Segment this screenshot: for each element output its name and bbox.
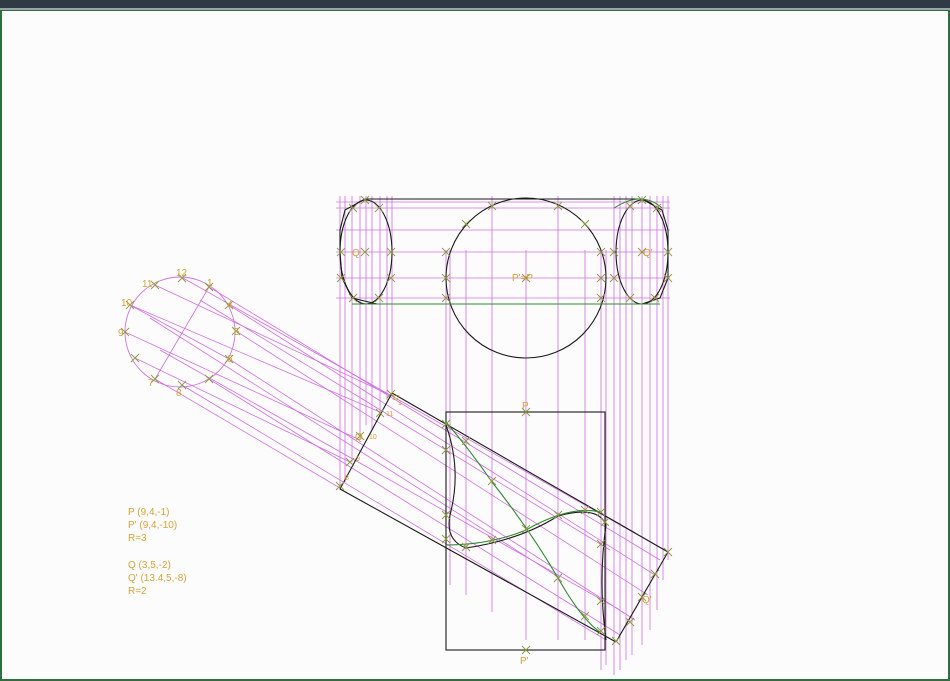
- small-label-8: 8: [345, 475, 349, 482]
- vertical-projector-lines: [339, 196, 669, 675]
- aux-label-9: 9: [118, 328, 124, 339]
- aux-label-8: 8: [176, 388, 182, 399]
- info-block-p: P (9,4,-1) P' (9,4,-10) R=3: [128, 506, 177, 545]
- point-labels: P'=P Q Q' P P' Q Q' 1 4 5 6 7 8 9 10 11 …: [118, 248, 653, 667]
- info-p-prime-coords: P' (9,4,-10): [128, 520, 178, 531]
- inclined-projector-lines: [124, 277, 669, 641]
- small-label-9: 9: [356, 456, 360, 463]
- label-q-front: Q: [355, 432, 363, 443]
- small-label-10: 10: [369, 434, 377, 441]
- info-p-radius: R=3: [128, 533, 147, 544]
- info-block-q: Q (3,5,-2) Q' (13.4,5,-8) R=2: [128, 559, 187, 598]
- auxiliary-circle: [124, 276, 236, 388]
- aux-label-11: 11: [142, 279, 153, 290]
- info-q-coords: Q (3,5,-2): [128, 560, 171, 571]
- info-q-prime-coords: Q' (13.4,5,-8): [128, 573, 187, 584]
- label-q-prime-front: Q': [642, 595, 652, 606]
- aux-label-1: 1: [207, 278, 213, 289]
- aux-label-7: 7: [148, 378, 154, 389]
- point-markers: [120, 195, 673, 655]
- inclined-cylinder-outline: [339, 392, 669, 643]
- info-q-radius: R=2: [128, 586, 147, 597]
- small-label-11: 11: [386, 411, 393, 418]
- aux-label-4: 4: [227, 300, 233, 311]
- label-p-prime-front: P': [520, 656, 529, 667]
- aux-label-5: 5: [234, 327, 240, 338]
- aux-label-12: 12: [176, 268, 188, 279]
- front-view-rectangle: [445, 411, 606, 651]
- aux-label-10: 10: [121, 298, 133, 309]
- label-q-top: Q: [352, 248, 360, 259]
- label-p-front: P: [522, 401, 529, 412]
- aux-label-6: 6: [227, 354, 233, 365]
- small-label-1: 1: [398, 400, 402, 407]
- info-p-coords: P (9,4,-1): [128, 507, 170, 518]
- label-p-top: P'=P: [512, 273, 533, 284]
- label-q-prime-top: Q': [643, 248, 653, 259]
